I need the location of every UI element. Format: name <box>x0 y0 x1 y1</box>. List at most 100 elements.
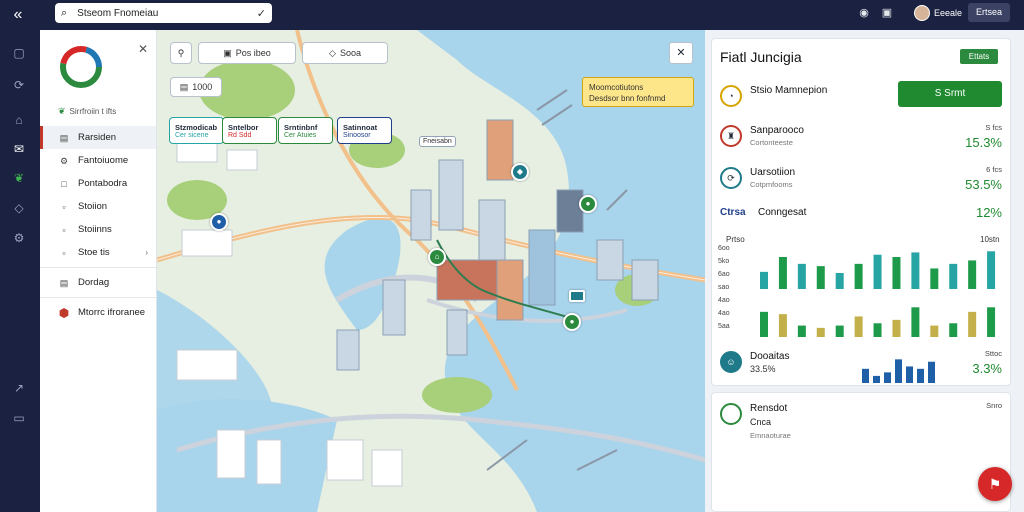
box-icon: ▣ <box>223 47 232 58</box>
person-icon: ☺ <box>720 351 742 373</box>
y-axis: 6oo 5ko 6ao sao 4ao 4ao 5aa <box>718 245 748 341</box>
gear-icon: ⚙ <box>59 155 69 166</box>
leaf-icon[interactable]: ❦ <box>11 170 27 186</box>
cube-icon[interactable]: ◇ <box>11 200 27 216</box>
metric-label: Sanparooco <box>750 125 804 136</box>
chevron-right-icon: › <box>145 248 148 257</box>
map-view[interactable]: ⚲ ▣ Pos ibeo ◇ Sooa ▤ 1000 Stzmodicab Cer si… <box>157 30 705 512</box>
sidebar-item-4[interactable]: ▫ Stoiinns <box>40 218 156 241</box>
map-pin-icon[interactable]: ◆ <box>511 163 529 181</box>
y-tick-label: 5aa <box>718 323 730 330</box>
chart-bar <box>778 257 787 289</box>
close-icon[interactable]: ✕ <box>669 42 693 64</box>
filter-button[interactable]: ⚲ <box>170 42 192 64</box>
chart-bar <box>949 263 958 289</box>
small-chart-bar <box>917 368 924 383</box>
notification-body: Desdsor bnn fonfnmd <box>589 94 666 103</box>
home-icon[interactable]: ⌂ <box>11 112 27 128</box>
sidebar-item-7[interactable]: ⬢ Mtorrc ifroranee <box>40 301 156 324</box>
search-input[interactable]: Stseom Fnomeiau <box>77 8 257 19</box>
map-pin-icon[interactable]: ● <box>579 195 597 213</box>
small-chart-bar <box>895 359 902 383</box>
map-pin-icon[interactable]: ⌂ <box>428 248 446 266</box>
legend-chip-0[interactable]: Stzmodicab Cer sicene <box>169 117 224 144</box>
sidebar-item-2[interactable]: □ Pontabodra <box>40 172 156 195</box>
small-chart-bar <box>906 366 913 383</box>
sidebar-item-0[interactable]: ▤ Rarsiden <box>40 126 156 149</box>
zoom-chip[interactable]: ▤ 1000 <box>170 77 222 97</box>
metric-sub: Cortonteeste <box>750 138 793 147</box>
chart-bar <box>835 325 844 337</box>
notification-title: Moomcotiutons <box>589 83 644 92</box>
stats-card: Fiatl Juncigia Ettats S Srmt ◔ Stsio Mam… <box>711 38 1011 386</box>
map-mode-chip[interactable]: ◇ Sooa <box>302 42 388 64</box>
inbox-icon[interactable]: ✉ <box>11 141 27 157</box>
back-icon[interactable]: « <box>8 5 28 25</box>
square-icon: ▫ <box>62 201 66 212</box>
metric-value: 12% <box>975 205 1002 220</box>
small-bar-chart <box>862 359 935 383</box>
metric-value: 15.3% <box>965 135 1002 150</box>
chart-bar <box>873 323 882 337</box>
close-icon[interactable]: ✕ <box>138 42 148 56</box>
divider <box>40 297 156 298</box>
y-tick-label: 4ao <box>718 310 730 317</box>
square-icon: ▫ <box>62 224 66 235</box>
chart-bar <box>778 314 787 337</box>
map-notification[interactable]: Moomcotiutons Desdsor bnn fonfnmd <box>582 77 694 107</box>
map-pin-icon[interactable]: ● <box>210 213 228 231</box>
legend-title: Stzmodicab <box>175 122 218 132</box>
status-badge[interactable]: Ettats <box>960 49 998 64</box>
chart-right-label: 10stn <box>980 235 1000 244</box>
y-tick-label: 6ao <box>718 271 730 278</box>
legend-chip-3[interactable]: Satinnoat Sinoosor <box>337 117 392 144</box>
metric-label: Uarsotiion <box>750 167 796 178</box>
map-filter-chip[interactable]: ▣ Pos ibeo <box>198 42 296 64</box>
gauge-icon: ◔ <box>720 85 742 107</box>
square-icon: □ <box>61 178 67 189</box>
place-label: Fneisabn <box>419 136 456 147</box>
metric-small: Sttoc <box>984 349 1002 358</box>
metric-small: Snro <box>986 401 1002 410</box>
sidebar-item-1[interactable]: ⚙ Fantoiuome <box>40 149 156 172</box>
small-chart-bar <box>928 361 935 383</box>
second-card: Rensdot Cnca Emnaoturae Snro <box>711 392 1011 512</box>
leaf-icon: ❦ <box>58 106 66 116</box>
sidebar-subtitle-text: Sirrfroiin t ifts <box>69 107 117 116</box>
check-icon[interactable]: ✓ <box>257 7 266 20</box>
y-tick-label: sao <box>718 284 730 291</box>
map-marker-icon[interactable] <box>569 290 585 302</box>
sidebar-item-5[interactable]: ▫ Stoe tis › <box>40 241 156 264</box>
window-icon[interactable]: ▣ <box>880 6 894 20</box>
chart-bar <box>797 325 806 337</box>
map-pin-icon[interactable]: ● <box>563 313 581 331</box>
search-icon: ⌕ <box>61 6 68 19</box>
chart-bar <box>911 252 920 289</box>
search-box[interactable]: ⌕ Stseom Fnomeiau ✓ <box>55 3 272 23</box>
legend-sub: Rd Sdd <box>228 131 252 139</box>
metric-sub: Cnca <box>750 417 772 427</box>
export-icon[interactable]: ↗ <box>11 380 27 396</box>
y-tick-label: 4ao <box>718 297 730 304</box>
flag-icon: ⚑ <box>988 476 1002 492</box>
metric-row: ⟳ Uarsotiion Cotpmfooms 6 fcs 53.5% <box>720 165 1010 195</box>
square-icon: ▫ <box>62 247 66 258</box>
layers-icon[interactable]: ▢ <box>11 45 27 61</box>
refresh-icon[interactable]: ⟳ <box>11 77 27 93</box>
report-button[interactable]: ⚑ <box>978 467 1012 501</box>
chart-title: Prtso <box>726 235 745 244</box>
metric-sub: Conngesat <box>758 207 807 218</box>
metric-value: 53.5% <box>965 177 1002 192</box>
gears-icon[interactable]: ⚙ <box>11 230 27 246</box>
sidebar-item-6[interactable]: ▤ Dordag <box>40 271 156 294</box>
avatar-icon[interactable]: ◉ <box>857 6 871 20</box>
legend-chip-1[interactable]: Sntelbor Rd Sdd <box>222 117 277 144</box>
donut-chart <box>60 46 102 88</box>
metric-label: Dooaitas <box>750 351 790 362</box>
sidebar-item-label: Stoiinns <box>78 224 112 235</box>
user-menu-button[interactable]: Ertsea <box>968 3 1010 22</box>
avatar[interactable] <box>914 5 930 21</box>
sidebar-item-3[interactable]: ▫ Stoiion <box>40 195 156 218</box>
legend-chip-2[interactable]: Srntinbnf Cer Atuies <box>278 117 333 144</box>
chat-icon[interactable]: ▭ <box>11 410 27 426</box>
